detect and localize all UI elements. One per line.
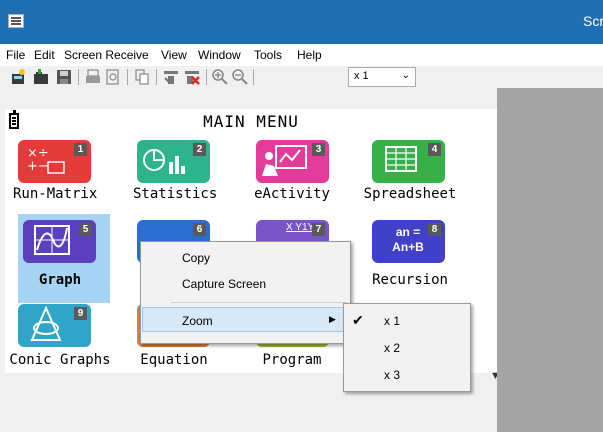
- window-title: Scr: [583, 13, 603, 29]
- app-tile-statistics[interactable]: 2: [137, 140, 210, 183]
- app-tile-eactivity[interactable]: 3: [256, 140, 329, 183]
- zoom-submenu: ✔ x 1 x 2 x 3: [343, 303, 471, 392]
- app-number: 5: [79, 223, 92, 236]
- zoom-in-icon[interactable]: [212, 69, 228, 85]
- chevron-down-icon: ⌄: [401, 70, 410, 81]
- recursion-icon: an = An+B: [392, 225, 424, 254]
- new-icon[interactable]: [10, 69, 26, 85]
- stop-receive-icon[interactable]: [184, 69, 200, 85]
- menu-tools[interactable]: Tools: [254, 48, 282, 62]
- app-tile-run-matrix[interactable]: ×÷ +− 1: [18, 140, 91, 183]
- print-icon[interactable]: [85, 69, 101, 85]
- zoom-option-x3[interactable]: x 3: [384, 368, 400, 382]
- copy-icon[interactable]: [134, 69, 150, 85]
- app-icon[interactable]: [8, 14, 24, 28]
- app-number: 8: [428, 223, 441, 236]
- checkmark-icon: ✔: [352, 312, 364, 328]
- main-menu-title: MAIN MENU: [203, 112, 299, 131]
- menu-screen-receive[interactable]: Screen Receive: [64, 48, 149, 62]
- open-icon[interactable]: [33, 69, 49, 85]
- app-tile-spreadsheet[interactable]: 4: [372, 140, 445, 183]
- eactivity-icon: [262, 145, 307, 176]
- submenu-arrow-icon: ▶: [329, 314, 336, 324]
- title-bar: Scr: [0, 0, 603, 44]
- toolbar-separator: [206, 69, 207, 85]
- app-number: 4: [428, 143, 441, 156]
- menu-file[interactable]: File: [6, 48, 25, 62]
- save-icon[interactable]: [56, 69, 72, 85]
- app-number: 1: [74, 143, 87, 156]
- app-label-equation: Equation: [140, 352, 208, 368]
- app-label-spreadsheet: Spreadsheet: [363, 186, 457, 202]
- context-menu-copy[interactable]: Copy: [182, 251, 210, 265]
- app-tile-graph[interactable]: 5: [23, 220, 96, 263]
- graph-icon: [34, 225, 70, 255]
- app-label-program: Program: [262, 352, 322, 368]
- app-number: 2: [193, 143, 206, 156]
- app-label-statistics: Statistics: [133, 186, 218, 202]
- toolbar-separator: [156, 69, 157, 85]
- app-number: 6: [193, 223, 206, 236]
- app-tile-recursion[interactable]: an = An+B 8: [372, 220, 445, 263]
- app-number: 3: [312, 143, 325, 156]
- receive-icon[interactable]: [163, 69, 179, 85]
- context-menu-zoom-highlight: [142, 307, 347, 332]
- zoom-dropdown[interactable]: x 1 ⌄: [348, 67, 416, 87]
- app-number: 9: [74, 307, 87, 320]
- app-number: 7: [312, 223, 325, 236]
- menu-help[interactable]: Help: [297, 48, 322, 62]
- spreadsheet-icon: [385, 146, 417, 172]
- toolbar-separator: [127, 69, 128, 85]
- context-menu: Copy Capture Screen Zoom ▶: [140, 241, 351, 344]
- app-tile-conic-graphs[interactable]: 9: [18, 304, 91, 347]
- context-menu-capture-screen[interactable]: Capture Screen: [182, 277, 266, 291]
- menu-view[interactable]: View: [161, 48, 187, 62]
- app-label-run-matrix: Run-Matrix: [13, 186, 98, 202]
- app-label-graph: Graph: [38, 272, 82, 288]
- run-matrix-icon: ×÷+−: [27, 146, 65, 174]
- app-label-eactivity: eActivity: [254, 186, 330, 202]
- toolbar: x 1 ⌄: [0, 66, 603, 89]
- menu-edit[interactable]: Edit: [34, 48, 55, 62]
- app-label-recursion: Recursion: [372, 272, 448, 288]
- svg-text:+−: +−: [27, 159, 49, 174]
- zoom-option-x1[interactable]: x 1: [384, 314, 400, 328]
- toolbar-separator: [253, 69, 254, 85]
- zoom-option-x2[interactable]: x 2: [384, 341, 400, 355]
- conic-graphs-icon: [30, 305, 62, 341]
- zoom-out-icon[interactable]: [232, 69, 248, 85]
- app-label-conic-graphs: Conic Graphs: [9, 352, 111, 368]
- context-menu-separator: [171, 302, 347, 303]
- statistics-icon: [143, 149, 185, 174]
- zoom-dropdown-value: x 1: [354, 70, 369, 82]
- toolbar-separator: [78, 69, 79, 85]
- workspace-background: [497, 88, 603, 432]
- menu-window[interactable]: Window: [198, 48, 241, 62]
- context-menu-zoom[interactable]: Zoom: [182, 314, 213, 328]
- menu-bar: File Edit Screen Receive View Window Too…: [0, 44, 603, 66]
- print-preview-icon[interactable]: [105, 69, 121, 85]
